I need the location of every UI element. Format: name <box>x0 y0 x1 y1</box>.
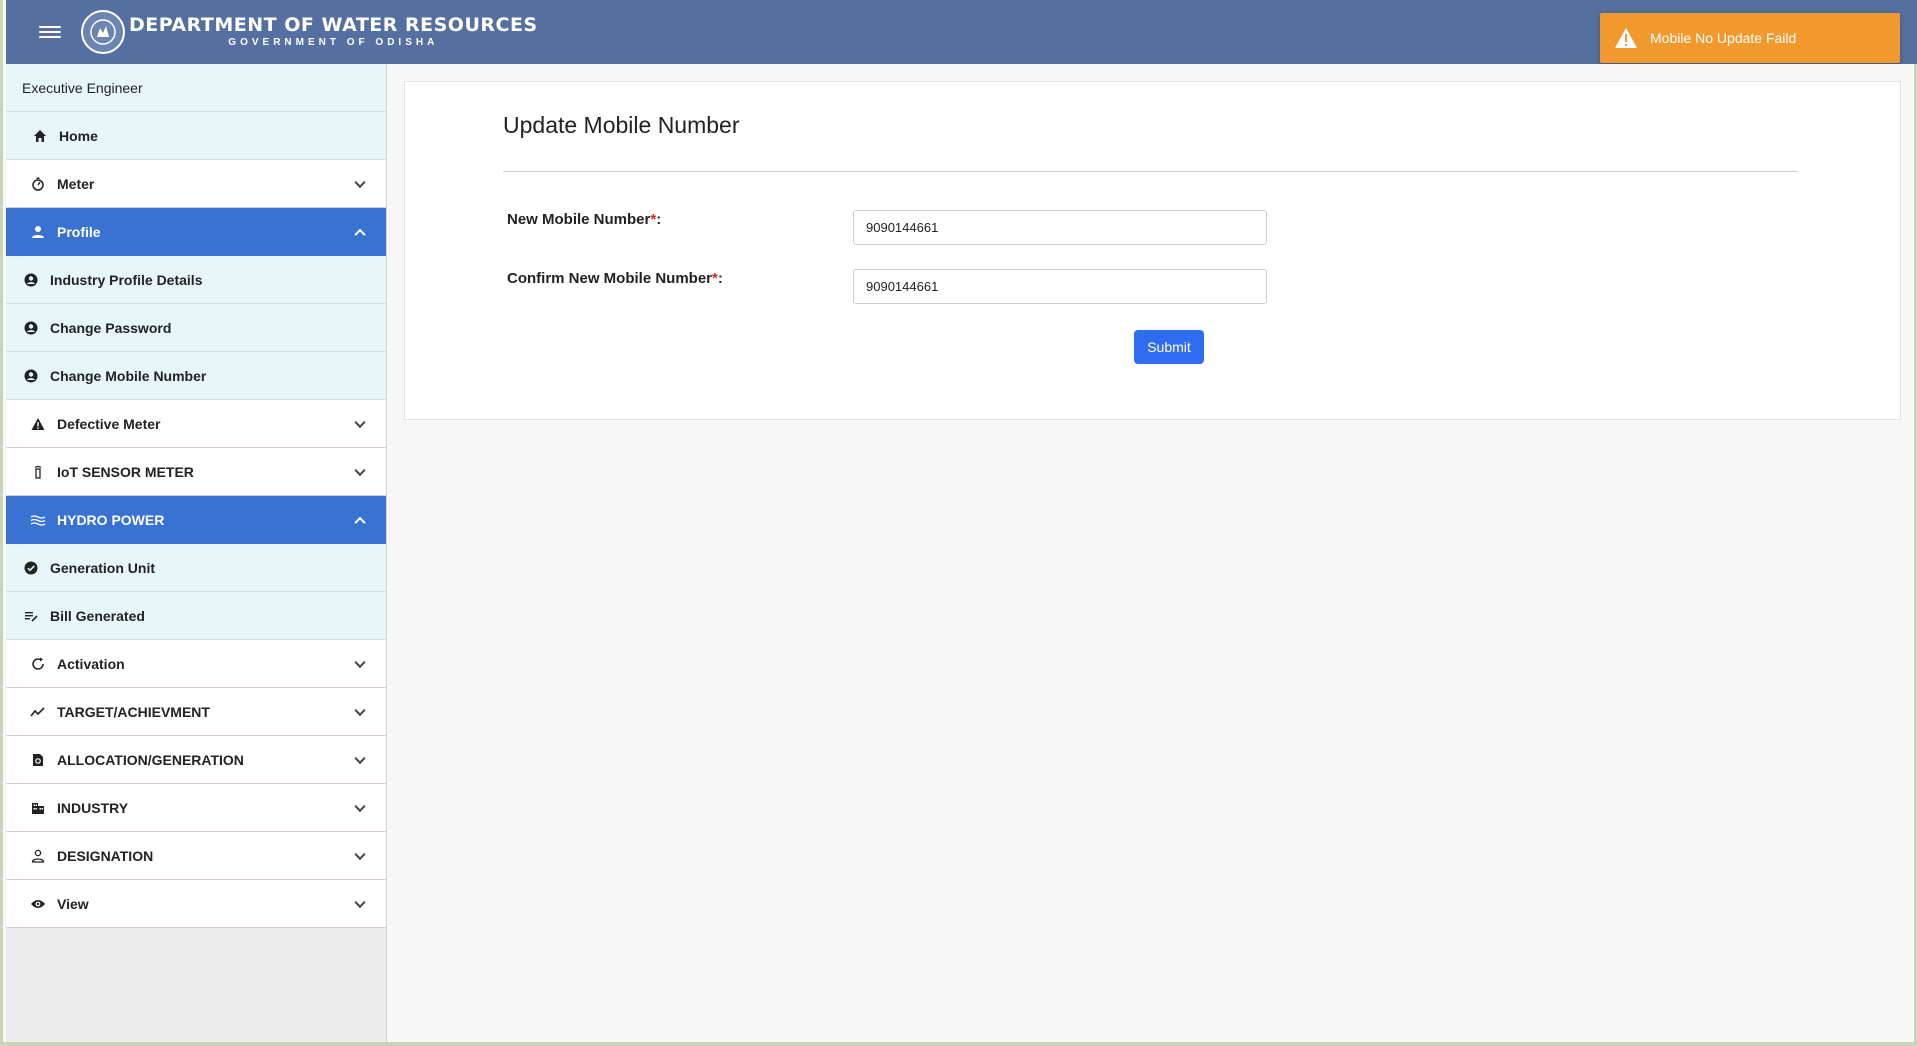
sidebar-item-label: IoT SENSOR METER <box>57 463 194 480</box>
sidebar: Executive Engineer Home Meter Profile In… <box>6 64 387 1042</box>
title-divider <box>503 171 1798 172</box>
chevron-up-icon <box>354 228 366 240</box>
confirm-mobile-label: Confirm New Mobile Number*: <box>507 270 723 287</box>
user-role: Executive Engineer <box>6 64 386 112</box>
sidebar-item-label: Generation Unit <box>50 559 156 576</box>
sidebar-item-label: View <box>57 895 89 912</box>
sidebar-item-change-password[interactable]: Change Password <box>6 304 386 352</box>
sidebar-item-industry-profile-details[interactable]: Industry Profile Details <box>6 256 386 304</box>
chevron-up-icon <box>354 516 366 528</box>
refresh-icon <box>30 656 46 672</box>
sidebar-item-iot-sensor-meter[interactable]: IoT SENSOR METER <box>6 448 386 496</box>
government-subtitle: GOVERNMENT OF ODISHA <box>228 37 439 48</box>
sidebar-item-label: ALLOCATION/GENERATION <box>57 751 244 768</box>
app-frame: DEPARTMENT OF WATER RESOURCES GOVERNMENT… <box>0 0 1917 1046</box>
chevron-down-icon <box>354 464 366 476</box>
update-mobile-card: Update Mobile Number New Mobile Number*:… <box>404 81 1901 420</box>
chevron-down-icon <box>354 800 366 812</box>
eye-icon <box>30 896 46 912</box>
sidebar-item-label: Profile <box>57 223 101 240</box>
edit-note-icon <box>23 608 39 624</box>
sidebar-item-label: Meter <box>57 175 95 192</box>
page-title: Update Mobile Number <box>503 112 740 138</box>
error-toast[interactable]: Mobile No Update Faild <box>1600 13 1900 63</box>
department-title: DEPARTMENT OF WATER RESOURCES <box>129 14 538 36</box>
sidebar-item-label: DESIGNATION <box>57 847 154 864</box>
confirm-mobile-input[interactable] <box>853 269 1267 304</box>
sidebar-item-activation[interactable]: Activation <box>6 640 386 688</box>
account-circle-icon <box>23 368 39 384</box>
odisha-emblem-icon <box>81 10 125 54</box>
timer-icon <box>30 176 46 192</box>
chevron-down-icon <box>354 416 366 428</box>
sidebar-item-label: INDUSTRY <box>57 799 129 816</box>
chevron-down-icon <box>354 896 366 908</box>
sidebar-item-home[interactable]: Home <box>6 112 386 160</box>
sidebar-item-profile[interactable]: Profile <box>6 208 386 256</box>
menu-icon[interactable] <box>39 26 61 38</box>
sidebar-item-label: Change Mobile Number <box>50 367 207 384</box>
sidebar-item-bill-generated[interactable]: Bill Generated <box>6 592 386 640</box>
sidebar-item-view[interactable]: View <box>6 880 386 928</box>
sidebar-item-label: Industry Profile Details <box>50 271 203 288</box>
warning-icon <box>30 416 46 432</box>
sidebar-item-label: Activation <box>57 655 125 672</box>
new-mobile-label: New Mobile Number*: <box>507 211 662 228</box>
home-icon <box>32 128 48 144</box>
sidebar-item-generation-unit[interactable]: Generation Unit <box>6 544 386 592</box>
warning-icon <box>1614 27 1638 49</box>
document-search-icon <box>30 752 46 768</box>
chevron-down-icon <box>354 752 366 764</box>
chevron-down-icon <box>354 176 366 188</box>
chevron-down-icon <box>354 656 366 668</box>
sidebar-item-label: HYDRO POWER <box>57 511 165 528</box>
building-icon <box>30 800 46 816</box>
toast-message: Mobile No Update Faild <box>1650 30 1797 46</box>
waves-icon <box>30 512 46 528</box>
main-content: Update Mobile Number New Mobile Number*:… <box>388 64 1911 1038</box>
person-outline-icon <box>30 848 46 864</box>
sidebar-item-label: Bill Generated <box>50 607 145 624</box>
chevron-down-icon <box>354 704 366 716</box>
trending-up-icon <box>30 704 46 720</box>
sidebar-item-target-achievement[interactable]: TARGET/ACHIEVMENT <box>6 688 386 736</box>
sensor-icon <box>30 464 46 480</box>
account-circle-icon <box>23 320 39 336</box>
person-icon <box>30 224 46 240</box>
sidebar-item-hydro-power[interactable]: HYDRO POWER <box>6 496 386 544</box>
check-circle-icon <box>23 560 39 576</box>
sidebar-item-label: Change Password <box>50 319 172 336</box>
account-circle-icon <box>23 272 39 288</box>
sidebar-item-allocation-generation[interactable]: ALLOCATION/GENERATION <box>6 736 386 784</box>
brand: DEPARTMENT OF WATER RESOURCES GOVERNMENT… <box>129 16 538 48</box>
sidebar-item-designation[interactable]: DESIGNATION <box>6 832 386 880</box>
new-mobile-input[interactable] <box>853 210 1267 245</box>
sidebar-item-industry[interactable]: INDUSTRY <box>6 784 386 832</box>
sidebar-item-change-mobile-number[interactable]: Change Mobile Number <box>6 352 386 400</box>
sidebar-item-meter[interactable]: Meter <box>6 160 386 208</box>
sidebar-item-label: Defective Meter <box>57 415 161 432</box>
chevron-down-icon <box>354 848 366 860</box>
sidebar-item-defective-meter[interactable]: Defective Meter <box>6 400 386 448</box>
submit-button[interactable]: Submit <box>1134 330 1204 364</box>
sidebar-item-label: TARGET/ACHIEVMENT <box>57 703 210 720</box>
sidebar-item-label: Home <box>59 127 98 144</box>
